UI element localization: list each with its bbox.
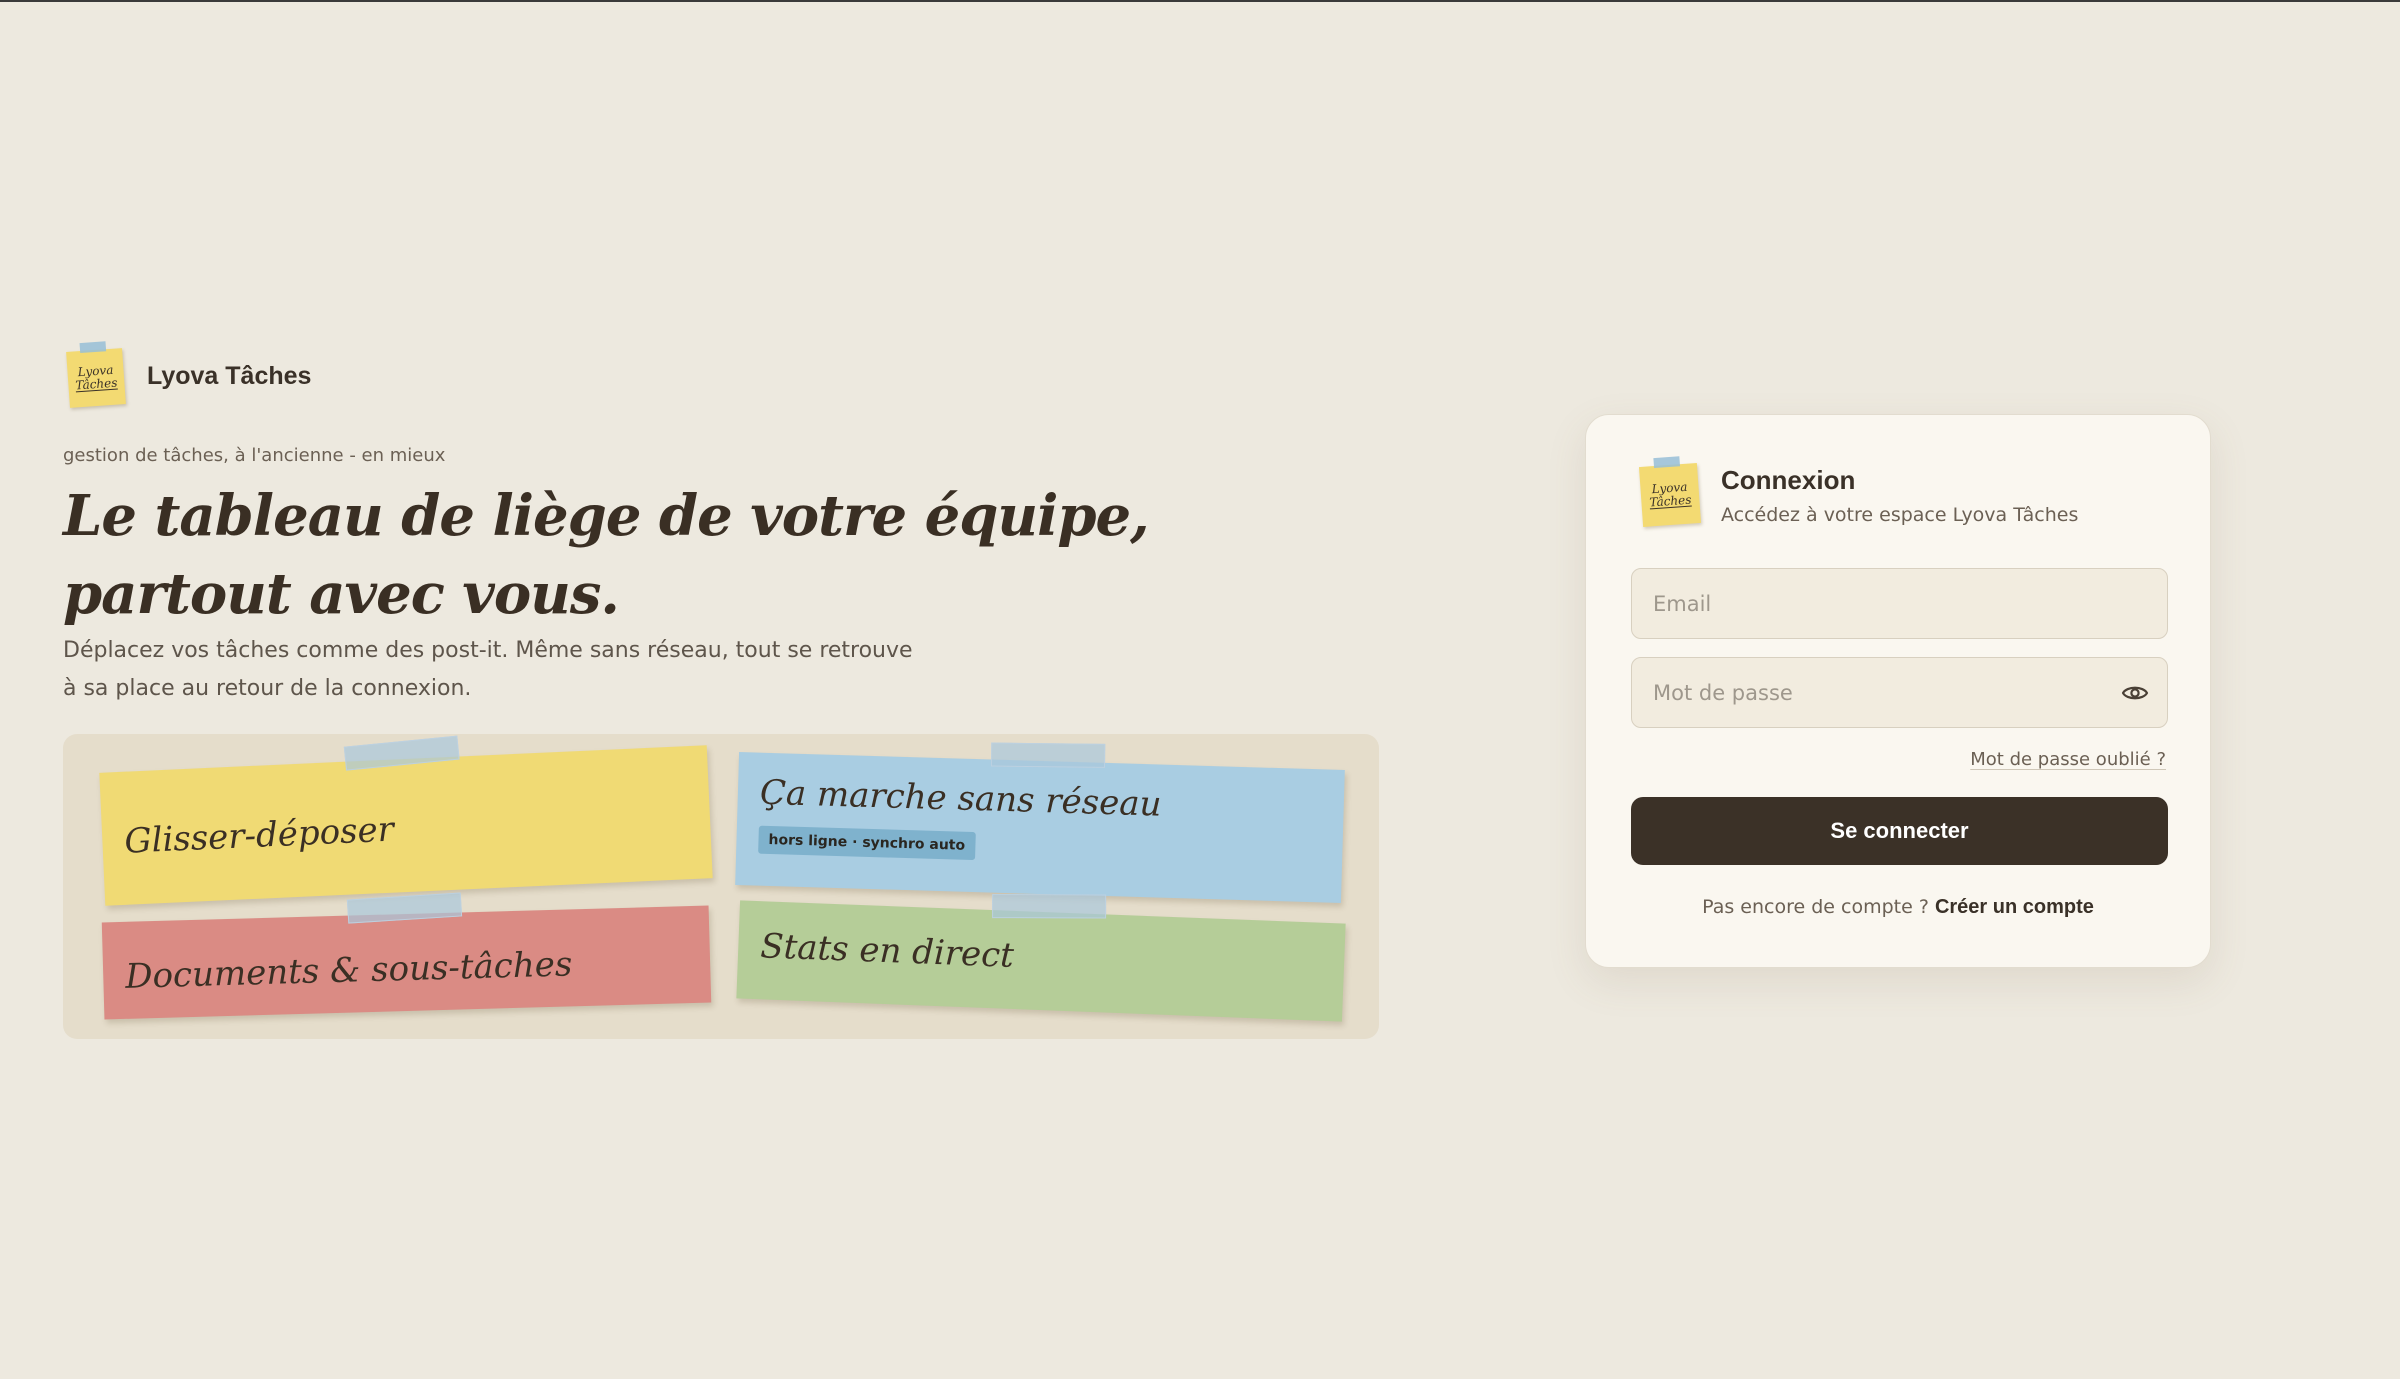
headline: Le tableau de liège de votre équipe, par… (63, 483, 1150, 627)
tape-strip (346, 892, 463, 924)
logo-text-line2: Tâches (74, 375, 118, 393)
password-field[interactable] (1632, 658, 2167, 727)
login-subtitle: Accédez à votre espace Lyova Tâches (1721, 504, 2079, 526)
tape-strip (991, 742, 1106, 768)
offline-badge: hors ligne · synchro auto (758, 825, 976, 861)
feature-note-documents: Documents & sous-tâches (101, 892, 712, 1020)
tape-strip (343, 735, 460, 771)
card-logo: Lyova Tâches (1638, 456, 1702, 527)
password-field-wrapper (1631, 657, 2168, 728)
feature-label: Documents & sous-tâches (124, 944, 573, 997)
login-title: Connexion (1721, 465, 1856, 495)
tagline: gestion de tâches, à l'ancienne - en mie… (63, 445, 446, 466)
feature-note-offline: Ça marche sans réseau hors ligne · synch… (735, 742, 1345, 903)
logo-text-line2: Tâches (1648, 492, 1692, 510)
feature-note-drag-drop: Glisser-déposer (99, 735, 713, 906)
signup-prompt: Pas encore de compte ? (1702, 896, 1929, 918)
brand-logo: Lyova Tâches (66, 341, 126, 408)
tape-strip (79, 341, 107, 354)
feature-board: Glisser-déposer Ça marche sans réseau ho… (63, 734, 1379, 1039)
signup-row: Pas encore de compte ? Créer un compte (1586, 896, 2210, 919)
login-submit-button[interactable]: Se connecter (1631, 797, 2168, 865)
tape-strip (1653, 456, 1681, 469)
feature-label: Glisser-déposer (123, 809, 395, 862)
forgot-password-link[interactable]: Mot de passe oublié ? (1970, 749, 2166, 770)
login-card: Lyova Tâches Connexion Accédez à votre e… (1585, 414, 2211, 968)
lede: Déplacez vos tâches comme des post-it. M… (63, 638, 913, 701)
create-account-link[interactable]: Créer un compte (1935, 896, 2094, 918)
eye-icon[interactable] (2121, 681, 2149, 705)
feature-label: Stats en direct (759, 926, 1015, 976)
feature-note-stats: Stats en direct (736, 894, 1346, 1022)
email-field-wrapper (1631, 568, 2168, 639)
tape-strip (992, 894, 1107, 919)
feature-label: Ça marche sans réseau (759, 772, 1163, 825)
email-field[interactable] (1632, 569, 2167, 638)
brand-name: Lyova Tâches (147, 362, 312, 390)
